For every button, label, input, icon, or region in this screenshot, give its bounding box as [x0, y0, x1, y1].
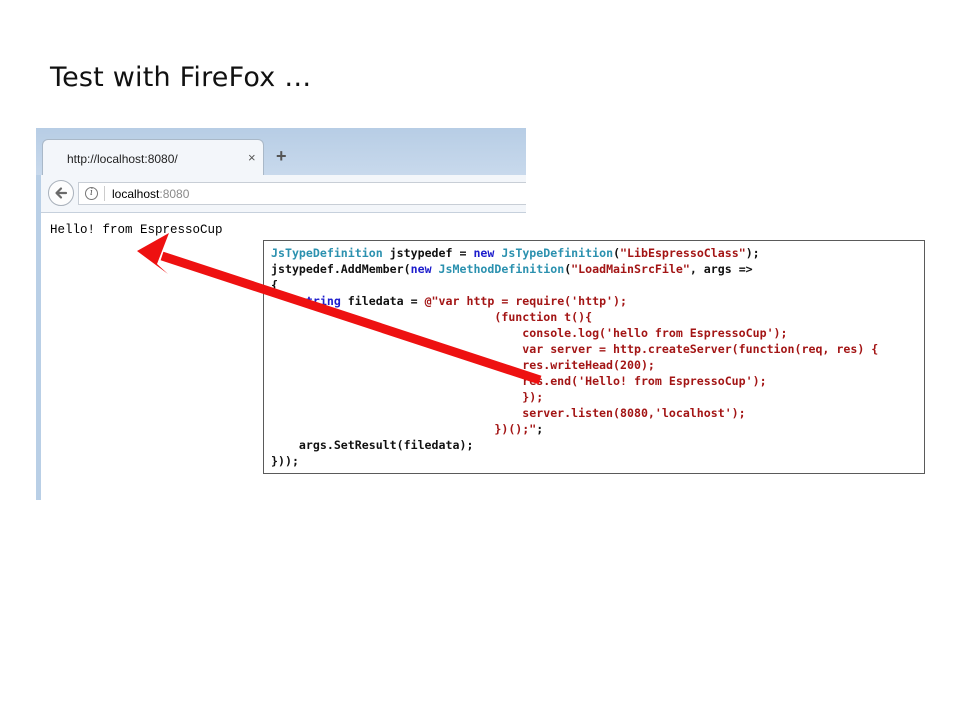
red-arrow	[137, 233, 542, 385]
arrow-shaft	[160, 251, 542, 385]
